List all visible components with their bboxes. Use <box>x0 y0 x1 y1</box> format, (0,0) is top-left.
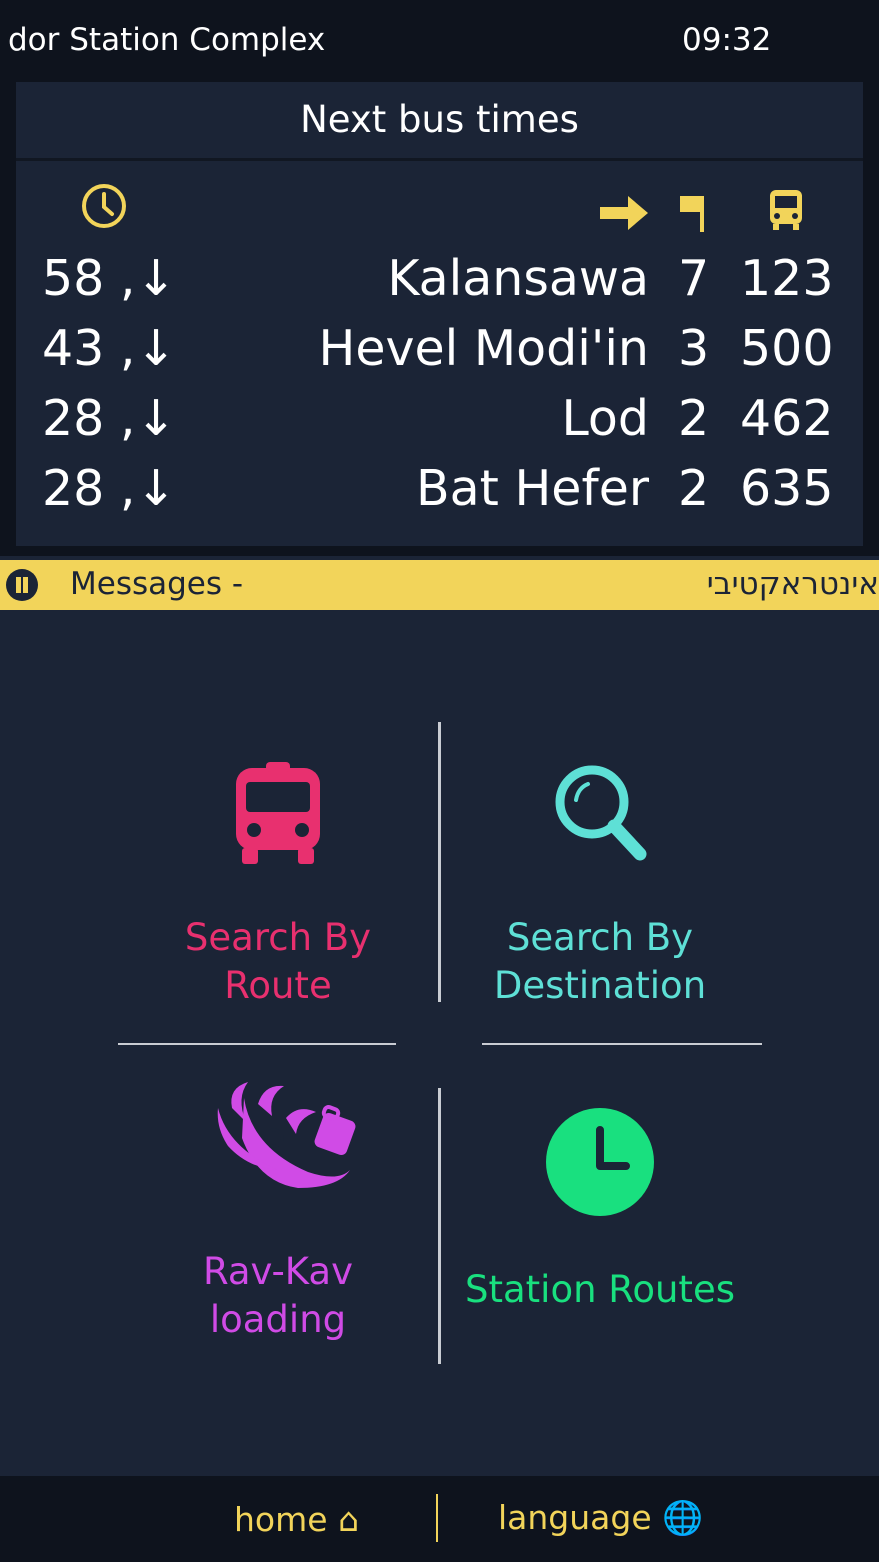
language-button[interactable]: language 🌐 <box>498 1498 703 1538</box>
platform-flag-icon <box>680 196 704 232</box>
search-destination-label-line1: Search By <box>506 916 694 959</box>
clock-icon <box>82 184 126 228</box>
destination: Kalansawa <box>387 250 649 307</box>
ravkav-label-line2: loading <box>209 1298 347 1341</box>
line-number: 462 <box>740 390 834 447</box>
search-route-label-line2: Route <box>224 964 332 1007</box>
nav-divider <box>436 1494 438 1542</box>
line-number: 500 <box>740 320 834 377</box>
clock-icon <box>546 1108 654 1216</box>
direction-arrow-icon <box>600 196 648 230</box>
search-by-route-button[interactable]: Search By Route <box>138 760 418 1010</box>
messages-ticker: Messages - אינטראקטיבי <box>0 560 879 610</box>
messages-label: Messages - <box>70 566 244 602</box>
home-label: home <box>234 1500 328 1539</box>
divider-vertical-bottom <box>438 1088 441 1364</box>
platform: 2 <box>678 460 710 517</box>
arrival-row: 43 ,↓ Hevel Modi'in 3 500 <box>16 320 863 390</box>
ravkav-label-line1: Rav-Kav <box>202 1250 353 1293</box>
platform: 7 <box>678 250 710 307</box>
minutes: 43 ,↓ <box>42 320 177 377</box>
panel-title: Next bus times <box>16 82 863 161</box>
current-time: 09:32 <box>682 22 772 58</box>
minutes: 58 ,↓ <box>42 250 177 307</box>
destination: Bat Hefer <box>416 460 649 517</box>
line-number: 123 <box>740 250 834 307</box>
minutes: 28 ,↓ <box>42 390 177 447</box>
ravkav-loading-button[interactable]: Rav-Kav loading <box>138 1078 418 1344</box>
minutes: 28 ,↓ <box>42 460 177 517</box>
platform: 2 <box>678 390 710 447</box>
globe-icon: 🌐 <box>662 1498 704 1537</box>
header: dor Station Complex 09:32 <box>0 0 879 86</box>
arrival-row: 58 ,↓ Kalansawa 7 123 <box>16 250 863 320</box>
bus-icon <box>236 762 320 864</box>
search-route-label-line1: Search By <box>184 916 372 959</box>
bottom-nav: home ⌂ language 🌐 <box>0 1476 879 1562</box>
magnifier-icon <box>555 765 647 861</box>
pause-icon[interactable] <box>6 569 38 601</box>
search-destination-label-line2: Destination <box>493 964 707 1007</box>
search-by-destination-button[interactable]: Search By Destination <box>460 760 740 1010</box>
arrival-row: 28 ,↓ Bat Hefer 2 635 <box>16 460 863 530</box>
home-button[interactable]: home ⌂ <box>234 1500 359 1539</box>
bus-icon <box>770 190 802 230</box>
station-name: dor Station Complex <box>8 22 326 58</box>
next-bus-panel: Next bus times 58 ,↓ Kalansawa 7 123 43 … <box>16 82 863 546</box>
station-routes-label: Station Routes <box>465 1268 735 1311</box>
platform: 3 <box>678 320 710 377</box>
top-section: dor Station Complex 09:32 Next bus times… <box>0 0 879 556</box>
station-routes-button[interactable]: Station Routes <box>460 1106 740 1314</box>
divider-horizontal-right <box>482 1043 762 1045</box>
line-number: 635 <box>740 460 834 517</box>
arrival-row: 28 ,↓ Lod 2 462 <box>16 390 863 460</box>
ravkav-hand-icon <box>217 1082 356 1188</box>
destination: Lod <box>561 390 649 447</box>
home-icon: ⌂ <box>338 1500 360 1539</box>
divider-horizontal-left <box>118 1043 396 1045</box>
language-label: language <box>498 1498 652 1537</box>
divider-vertical-top <box>438 722 441 1002</box>
destination: Hevel Modi'in <box>318 320 649 377</box>
ticker-text: אינטראקטיבי <box>706 566 879 602</box>
